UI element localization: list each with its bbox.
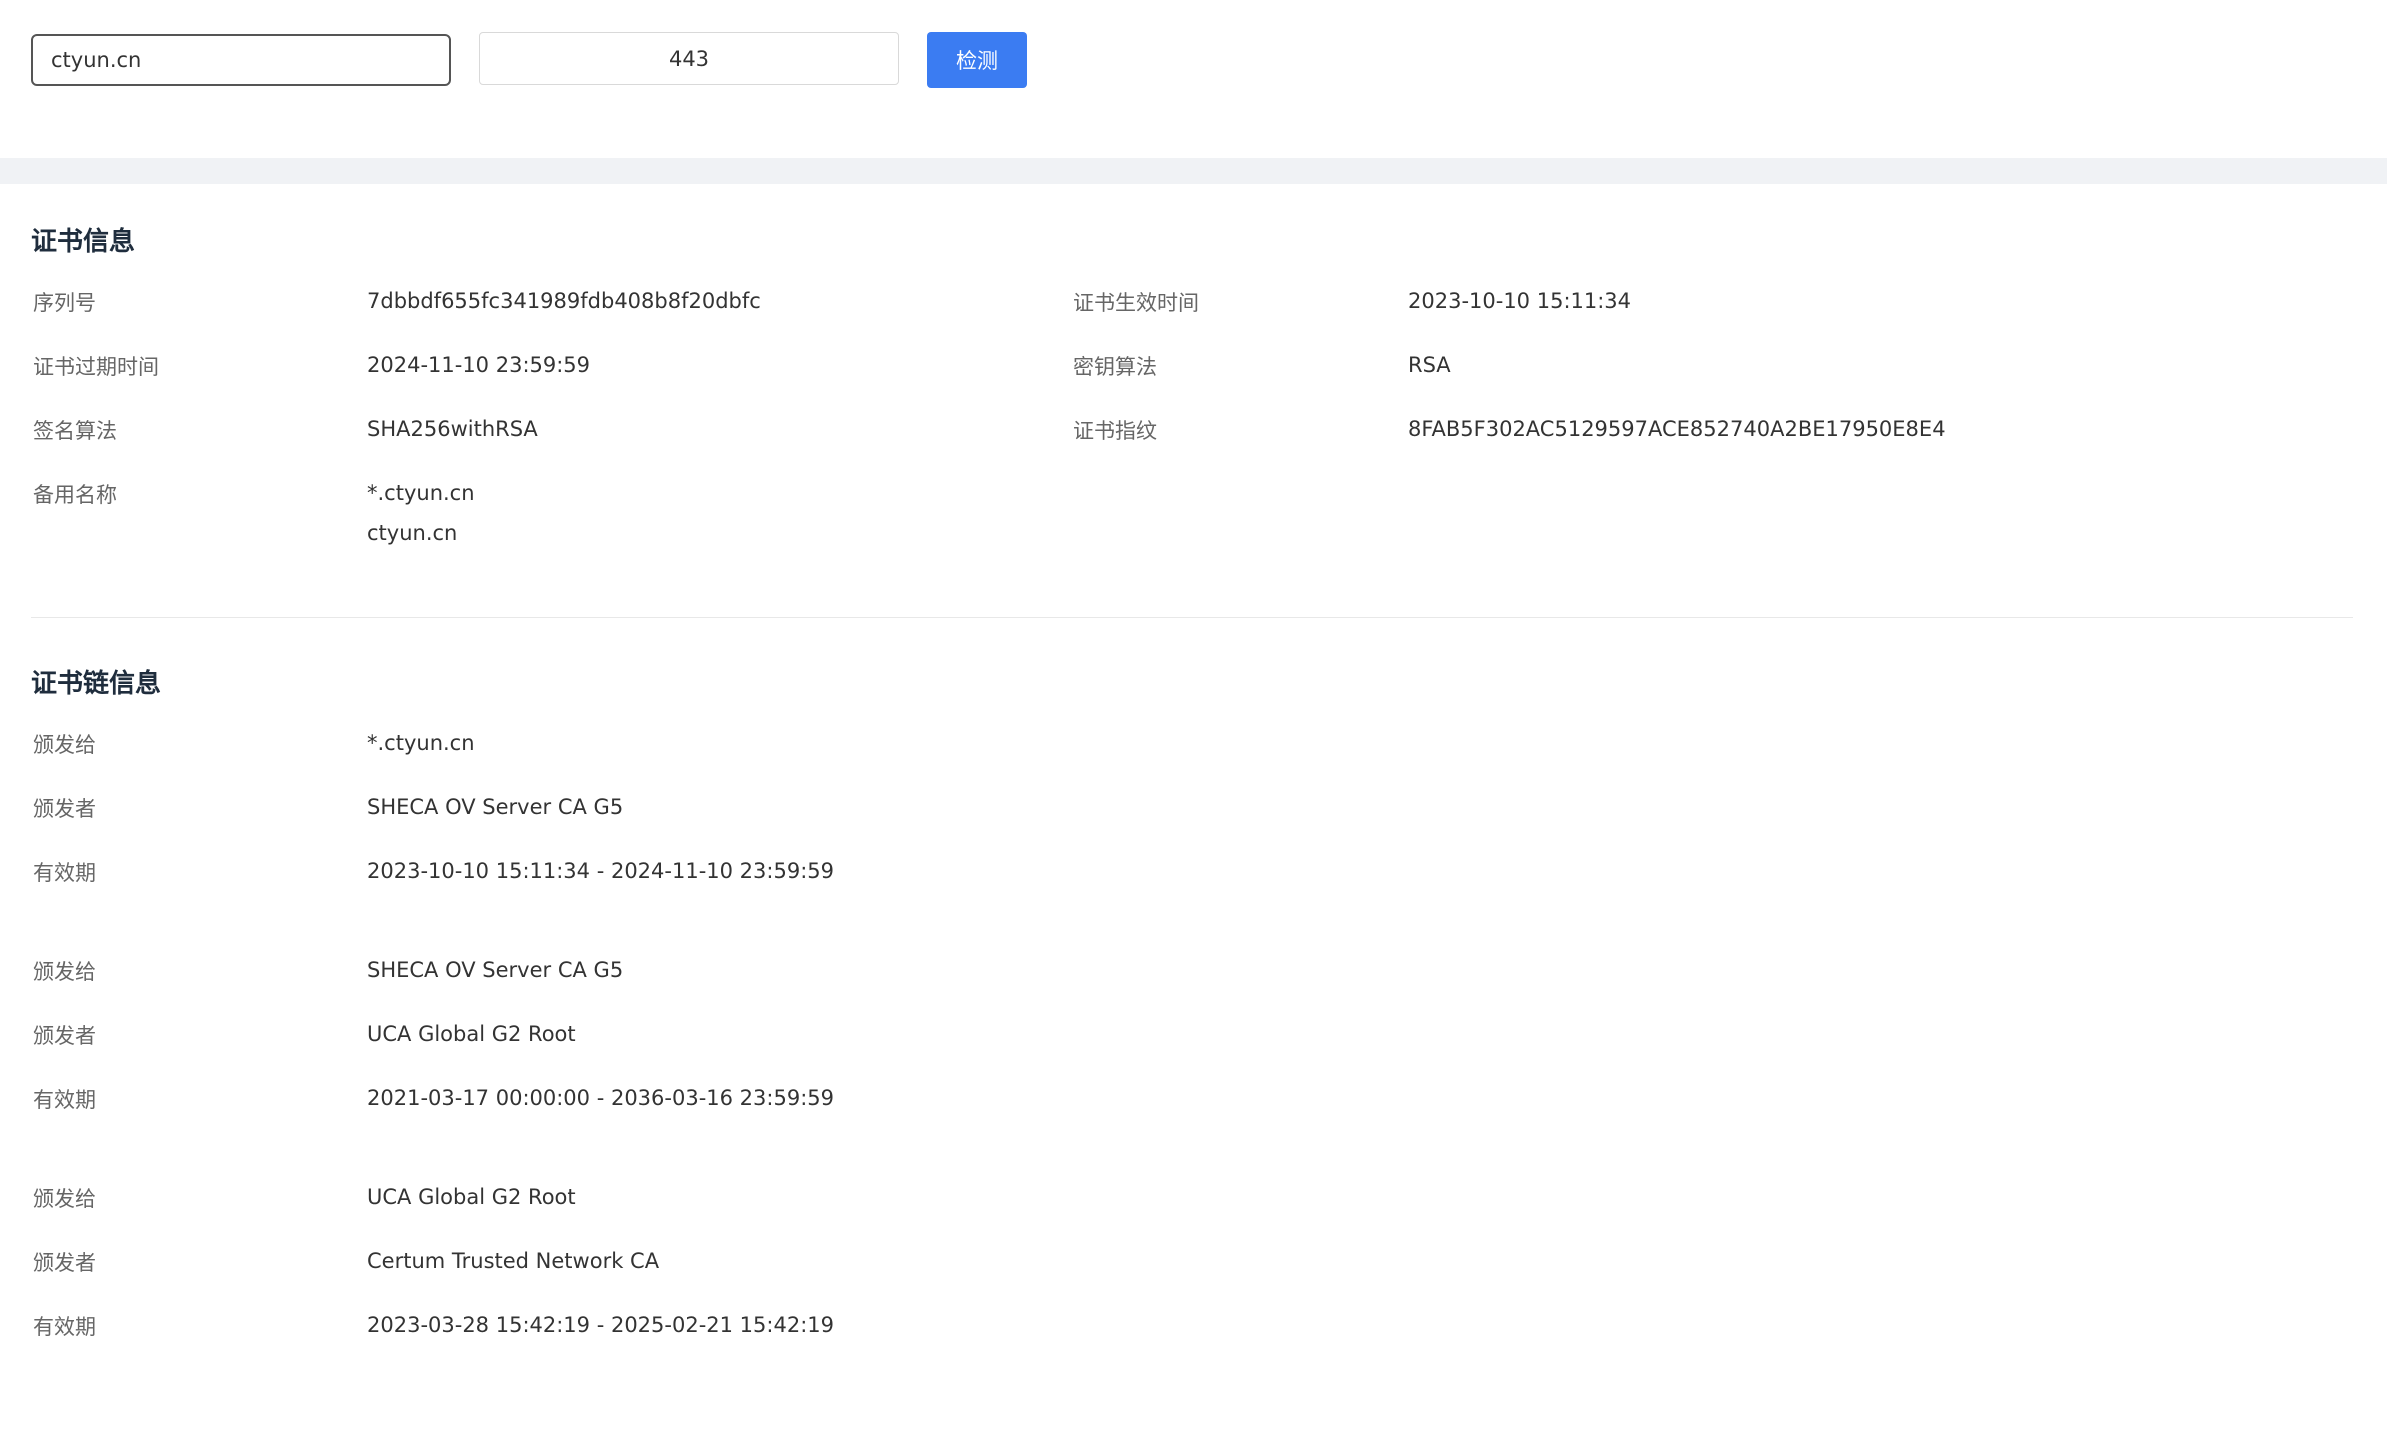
sig-algo-label: 签名算法 xyxy=(33,419,117,443)
issued-to-value: *.ctyun.cn xyxy=(367,731,475,755)
check-button[interactable]: 检测 xyxy=(927,32,1027,88)
issued-to-label: 颁发给 xyxy=(33,733,96,757)
issuer-label: 颁发者 xyxy=(33,1024,96,1048)
key-algo-label: 密钥算法 xyxy=(1073,355,1157,379)
validity-label: 有效期 xyxy=(33,1315,96,1339)
domain-input[interactable] xyxy=(31,34,451,86)
alt-name-item: *.ctyun.cn xyxy=(367,481,475,505)
issued-to-value: UCA Global G2 Root xyxy=(367,1185,576,1209)
section-separator-band xyxy=(0,158,2387,184)
expire-label: 证书过期时间 xyxy=(33,355,159,379)
expire-value: 2024-11-10 23:59:59 xyxy=(367,353,591,377)
validity-value: 2021-03-17 00:00:00 - 2036-03-16 23:59:5… xyxy=(367,1086,834,1110)
serial-label: 序列号 xyxy=(33,291,96,315)
issued-to-label: 颁发给 xyxy=(33,960,96,984)
fingerprint-value: 8FAB5F302AC5129597ACE852740A2BE17950E8E4 xyxy=(1408,417,1946,441)
search-bar: 检测 xyxy=(0,0,2387,158)
validity-value: 2023-03-28 15:42:19 - 2025-02-21 15:42:1… xyxy=(367,1313,834,1337)
valid-from-label: 证书生效时间 xyxy=(1073,291,1199,315)
issuer-value: Certum Trusted Network CA xyxy=(367,1249,660,1273)
serial-value: 7dbbdf655fc341989fdb408b8f20dbfc xyxy=(367,289,761,313)
port-input[interactable] xyxy=(479,32,899,85)
validity-value: 2023-10-10 15:11:34 - 2024-11-10 23:59:5… xyxy=(367,859,834,883)
alt-name-item: ctyun.cn xyxy=(367,521,458,545)
cert-info-title: 证书信息 xyxy=(31,227,136,257)
issuer-label: 颁发者 xyxy=(33,1251,96,1275)
alt-names-label: 备用名称 xyxy=(33,483,117,507)
chain-info-title: 证书链信息 xyxy=(31,669,162,699)
issuer-label: 颁发者 xyxy=(33,797,96,821)
fingerprint-label: 证书指纹 xyxy=(1073,419,1157,443)
issuer-value: SHECA OV Server CA G5 xyxy=(367,795,624,819)
issued-to-value: SHECA OV Server CA G5 xyxy=(367,958,624,982)
issued-to-label: 颁发给 xyxy=(33,1187,96,1211)
key-algo-value: RSA xyxy=(1408,353,1451,377)
section-divider xyxy=(31,617,2353,618)
validity-label: 有效期 xyxy=(33,1088,96,1112)
sig-algo-value: SHA256withRSA xyxy=(367,417,538,441)
issuer-value: UCA Global G2 Root xyxy=(367,1022,576,1046)
validity-label: 有效期 xyxy=(33,861,96,885)
valid-from-value: 2023-10-10 15:11:34 xyxy=(1408,289,1632,313)
